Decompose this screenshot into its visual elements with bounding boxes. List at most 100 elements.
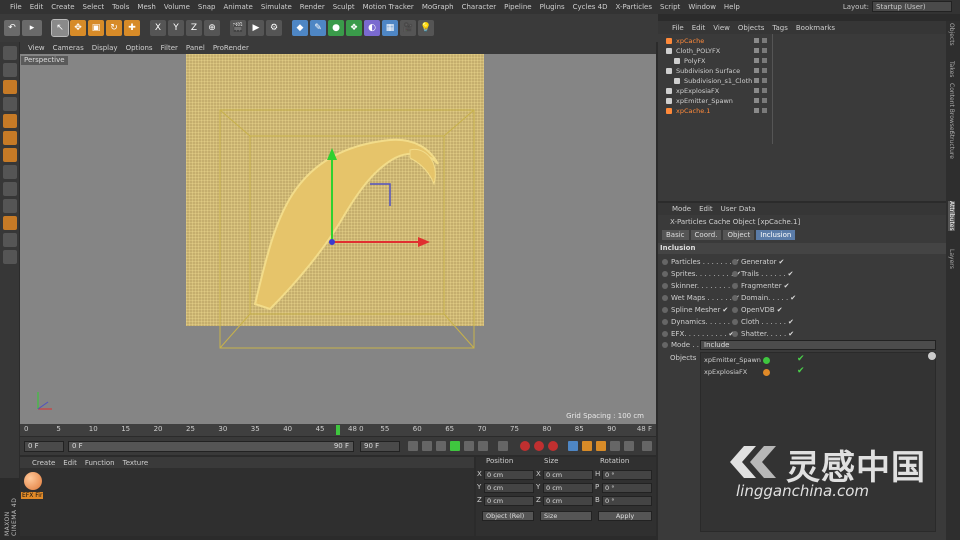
current-frame-field[interactable]: 0 F	[24, 441, 64, 452]
param-key-icon[interactable]	[610, 441, 620, 451]
object-row[interactable]: PolyFX	[658, 56, 946, 66]
position-field[interactable]: 0 cm	[484, 470, 534, 480]
timeline-ruler[interactable]: 48 F 0 5 10 15 20 25 30 35 40 45 48 0 55 60 65 70 75 80 8…	[20, 424, 656, 436]
pla-key-icon[interactable]	[624, 441, 634, 451]
texture-mode-icon[interactable]	[2, 80, 17, 94]
menu-item-animate[interactable]: Animate	[220, 3, 257, 11]
floor-icon[interactable]: ▦	[382, 20, 398, 36]
menu-item-character[interactable]: Character	[458, 3, 501, 11]
right-tab-content-browser[interactable]: Content Browser	[948, 83, 955, 133]
inclusion-option-right[interactable]: Fragmenter ✔	[732, 281, 790, 291]
menu-item-motion-tracker[interactable]: Motion Tracker	[359, 3, 418, 11]
snap-icon[interactable]	[2, 182, 17, 196]
move-tool-icon[interactable]: ✥	[70, 20, 86, 36]
enable-check-icon[interactable]	[762, 58, 767, 63]
layers-icon[interactable]	[2, 233, 17, 247]
select-tool-icon[interactable]: ↖	[51, 19, 69, 37]
mode-dropdown[interactable]: Include	[700, 340, 936, 350]
visibility-dot-icon[interactable]	[754, 98, 759, 103]
inclusion-option-left[interactable]: Sprites. . . . . . . . . ✔	[662, 269, 741, 279]
max-frame-field[interactable]: 90 F	[360, 441, 400, 452]
checkmark-icon[interactable]: ✔	[788, 270, 794, 278]
timeline-menu-icon[interactable]	[642, 441, 652, 451]
visibility-dot-icon[interactable]	[754, 108, 759, 113]
right-tab-takes[interactable]: Takes	[948, 61, 955, 77]
mode-radio-icon[interactable]	[662, 342, 668, 348]
checkmark-icon[interactable]: ✔	[788, 330, 794, 338]
record-icon[interactable]	[520, 441, 530, 451]
option-radio-icon[interactable]	[732, 331, 738, 337]
cloner-icon[interactable]: ❖	[346, 20, 362, 36]
checkmark-icon[interactable]: ✔	[777, 306, 783, 314]
render-view-icon[interactable]: 🎬	[230, 20, 246, 36]
checkmark-icon[interactable]: ✔	[779, 258, 785, 266]
menu-item-pipeline[interactable]: Pipeline	[500, 3, 535, 11]
viewport-menu-display[interactable]: Display	[88, 44, 122, 52]
apply-button[interactable]: Apply	[598, 511, 652, 521]
option-radio-icon[interactable]	[662, 283, 668, 289]
option-radio-icon[interactable]	[662, 295, 668, 301]
rotate-tool-icon[interactable]: ↻	[106, 20, 122, 36]
visibility-dot-icon[interactable]	[754, 88, 759, 93]
enable-check-icon[interactable]	[762, 88, 767, 93]
playhead-marker[interactable]	[336, 425, 340, 435]
menu-item-tools[interactable]: Tools	[108, 3, 133, 11]
edges-mode-icon[interactable]	[2, 131, 17, 145]
tab-inclusion[interactable]: Inclusion	[756, 230, 796, 240]
checkmark-icon[interactable]: ✔	[797, 354, 805, 364]
inclusion-option-right[interactable]: Cloth . . . . . . ✔	[732, 317, 794, 327]
viewport-menu-cameras[interactable]: Cameras	[49, 44, 88, 52]
checkmark-icon[interactable]: ✔	[784, 282, 790, 290]
layout-selector[interactable]: Layout: Startup (User)	[843, 1, 952, 12]
visibility-dot-icon[interactable]	[754, 38, 759, 43]
right-tab-objects[interactable]: Objects	[948, 23, 955, 46]
viewport-perspective[interactable]: Grid Spacing : 100 cm	[20, 54, 656, 424]
rotation-key-icon[interactable]	[596, 441, 606, 451]
object-menu-tags[interactable]: Tags	[768, 24, 792, 32]
menu-item-select[interactable]: Select	[79, 3, 109, 11]
position-field[interactable]: 0 cm	[484, 496, 534, 506]
tab-coord[interactable]: Coord.	[690, 230, 722, 240]
enable-check-icon[interactable]	[762, 98, 767, 103]
play-icon[interactable]	[450, 441, 460, 451]
menu-item-mograph[interactable]: MoGraph	[418, 3, 458, 11]
make-editable-icon[interactable]	[2, 46, 17, 60]
inclusion-option-left[interactable]: Skinner. . . . . . . .✔	[662, 281, 738, 291]
render-picture-icon[interactable]: ▶	[248, 20, 264, 36]
inclusion-option-right[interactable]: Shatter. . . . . ✔	[732, 329, 794, 339]
enable-check-icon[interactable]	[762, 48, 767, 53]
rotation-field[interactable]: 0 °	[602, 470, 652, 480]
right-tab-attributes[interactable]: Attributes	[948, 201, 955, 231]
scale-key-icon[interactable]	[582, 441, 592, 451]
menu-item-x-particles[interactable]: X-Particles	[612, 3, 656, 11]
inclusion-option-right[interactable]: Domain. . . . . ✔	[732, 293, 796, 303]
menu-item-mesh[interactable]: Mesh	[133, 3, 159, 11]
enable-check-icon[interactable]	[762, 68, 767, 73]
world-coord-icon[interactable]: ⊕	[204, 20, 220, 36]
light-icon[interactable]: 💡	[418, 20, 434, 36]
checkmark-icon[interactable]: ✔	[788, 318, 794, 326]
menu-item-plugins[interactable]: Plugins	[536, 3, 569, 11]
object-row[interactable]: xpCache	[658, 36, 946, 46]
menu-item-render[interactable]: Render	[296, 3, 329, 11]
visibility-dot-icon[interactable]	[754, 68, 759, 73]
enable-check-icon[interactable]	[762, 78, 767, 83]
cube-icon[interactable]: ◆	[292, 20, 308, 36]
prev-frame-icon[interactable]	[436, 441, 446, 451]
rotation-field[interactable]: 0 °	[602, 496, 652, 506]
inclusion-object-name[interactable]: xpEmitter_Spawn	[704, 356, 761, 364]
object-name[interactable]: Subdivision Surface	[676, 66, 740, 76]
option-radio-icon[interactable]	[732, 295, 738, 301]
menu-item-edit[interactable]: Edit	[26, 3, 48, 11]
object-row[interactable]: xpExplosiaFX	[658, 86, 946, 96]
y-axis-icon[interactable]: Y	[168, 20, 184, 36]
option-radio-icon[interactable]	[662, 331, 668, 337]
viewport-menu-prorender[interactable]: ProRender	[209, 44, 253, 52]
attribute-menu-edit[interactable]: Edit	[695, 205, 717, 213]
list-remove-icon[interactable]	[928, 352, 936, 360]
position-key-icon[interactable]	[568, 441, 578, 451]
option-radio-icon[interactable]	[662, 259, 668, 265]
object-menu-bookmarks[interactable]: Bookmarks	[792, 24, 839, 32]
rotation-field[interactable]: 0 °	[602, 483, 652, 493]
object-name[interactable]: Subdivision_s1_Cloth	[684, 76, 752, 86]
